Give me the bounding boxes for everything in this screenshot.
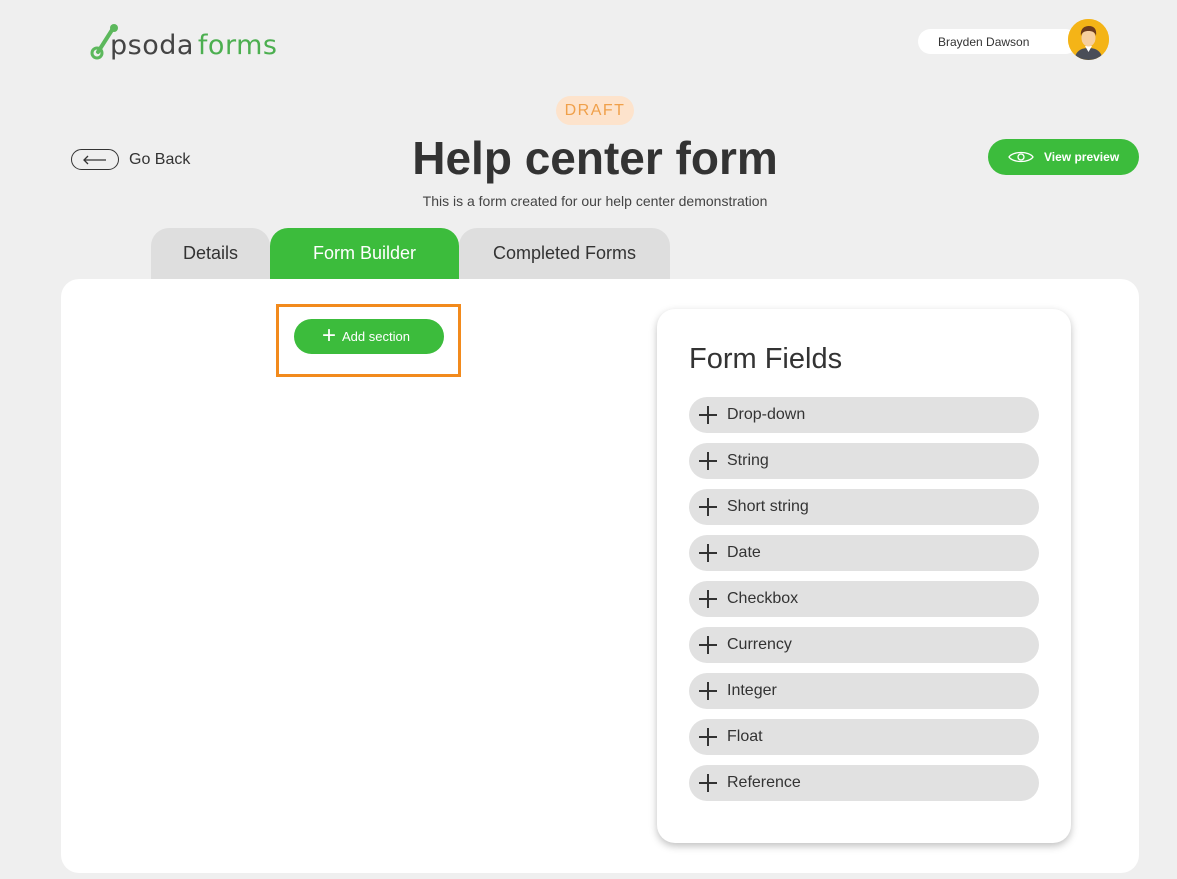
field-item-short-string[interactable]: Short string — [689, 489, 1039, 525]
field-item-checkbox[interactable]: Checkbox — [689, 581, 1039, 617]
field-item-label: Integer — [727, 682, 777, 699]
field-item-label: Checkbox — [727, 590, 799, 607]
field-item-label: Currency — [727, 636, 792, 653]
plus-icon — [697, 496, 719, 518]
plus-icon — [697, 726, 719, 748]
plus-icon — [697, 588, 719, 610]
field-item-label: Short string — [727, 498, 809, 515]
go-back-label: Go Back — [129, 150, 191, 168]
logo-text-psoda: psoda — [110, 30, 194, 61]
plus-icon: + — [322, 321, 337, 349]
view-preview-button[interactable]: View preview — [988, 139, 1139, 175]
tab-bar: Details Form Builder Completed Forms — [151, 228, 670, 279]
field-item-date[interactable]: Date — [689, 535, 1039, 571]
tab-form-builder[interactable]: Form Builder — [270, 228, 459, 279]
field-item-label: Float — [727, 728, 763, 745]
plus-icon — [697, 680, 719, 702]
form-fields-card: Form Fields Drop-down String Short strin… — [657, 309, 1071, 843]
add-section-label: Add section — [342, 329, 410, 344]
field-item-label: Reference — [727, 774, 801, 791]
go-back-button[interactable]: Go Back — [71, 149, 190, 170]
add-section-button[interactable]: + Add section — [294, 319, 444, 354]
field-item-string[interactable]: String — [689, 443, 1039, 479]
eye-icon — [1008, 151, 1034, 163]
plus-icon — [697, 542, 719, 564]
plus-icon — [697, 634, 719, 656]
field-item-label: String — [727, 452, 769, 469]
page-subtitle: This is a form created for our help cent… — [422, 193, 768, 209]
field-item-label: Date — [727, 544, 761, 561]
plus-icon — [697, 404, 719, 426]
field-item-currency[interactable]: Currency — [689, 627, 1039, 663]
plus-icon — [697, 450, 719, 472]
tab-completed-forms[interactable]: Completed Forms — [459, 228, 670, 279]
field-item-label: Drop-down — [727, 406, 806, 423]
field-item-reference[interactable]: Reference — [689, 765, 1039, 801]
status-badge: DRAFT — [556, 96, 634, 125]
back-arrow-icon — [71, 149, 119, 170]
avatar[interactable] — [1068, 19, 1109, 60]
logo-text: psoda forms — [110, 30, 277, 61]
logo-text-forms: forms — [197, 30, 278, 61]
field-item-integer[interactable]: Integer — [689, 673, 1039, 709]
user-name: Brayden Dawson — [938, 35, 1030, 49]
form-fields-title: Form Fields — [689, 343, 843, 375]
field-item-float[interactable]: Float — [689, 719, 1039, 755]
tab-details[interactable]: Details — [151, 228, 270, 279]
app-logo[interactable]: psoda forms — [90, 22, 280, 62]
user-avatar-icon — [1068, 19, 1109, 60]
plus-icon — [697, 772, 719, 794]
user-name-pill[interactable]: Brayden Dawson — [918, 29, 1078, 54]
view-preview-label: View preview — [1044, 150, 1120, 164]
field-item-drop-down[interactable]: Drop-down — [689, 397, 1039, 433]
